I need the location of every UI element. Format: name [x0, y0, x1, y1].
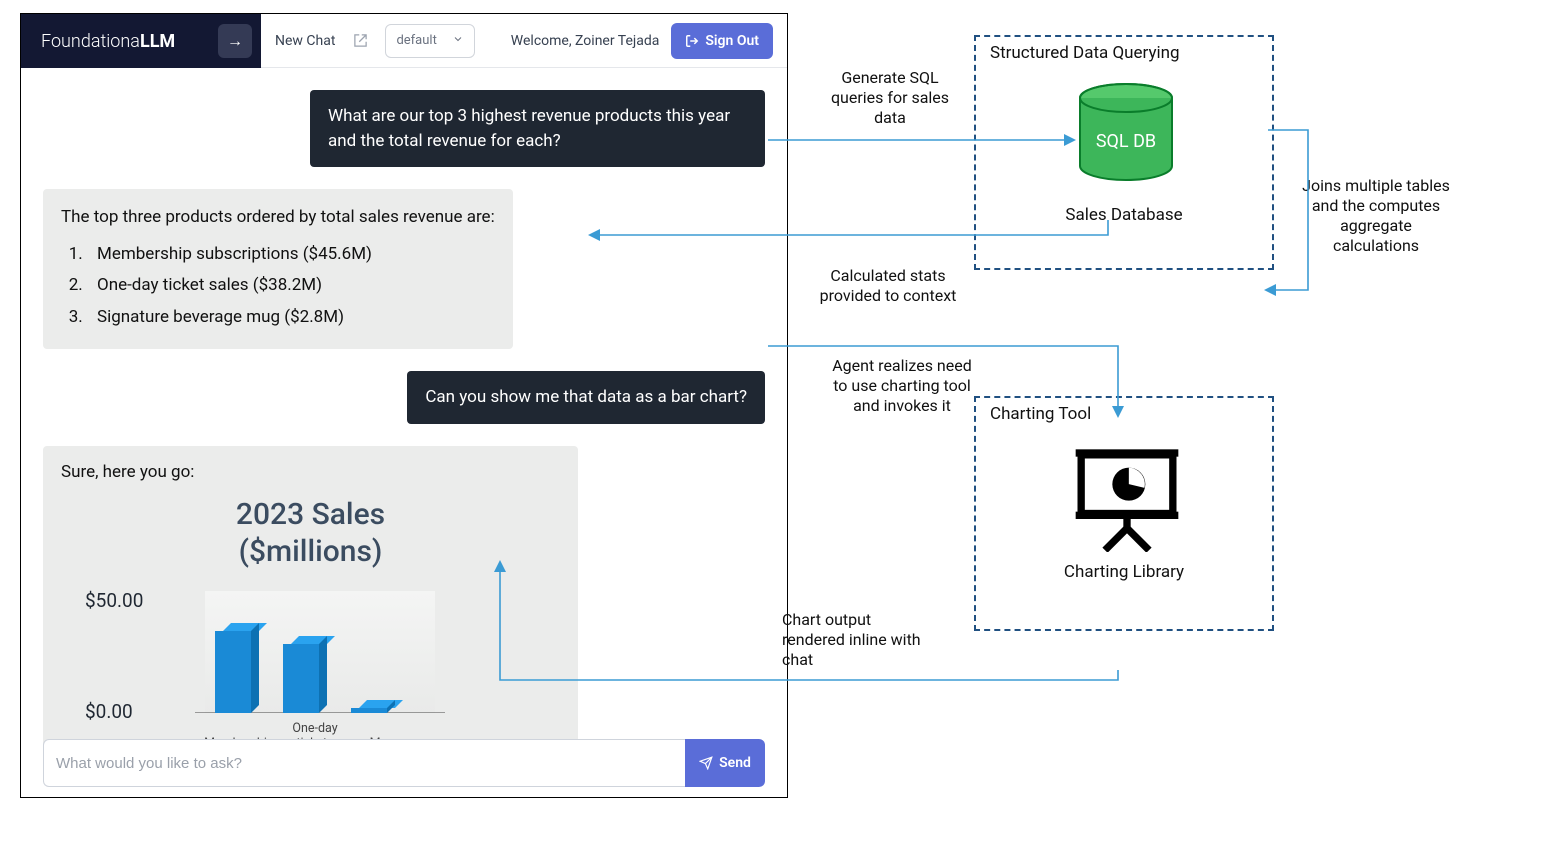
assistant-chart-message: Sure, here you go: 2023 Sales ($millions…	[43, 446, 578, 773]
list-item: Membership subscriptions ($45.6M)	[87, 239, 495, 271]
box-title: Charting Tool	[990, 404, 1091, 424]
database-icon: SQL DB	[1076, 83, 1176, 193]
chat-input[interactable]	[43, 739, 685, 787]
chevron-down-icon	[452, 33, 464, 49]
annotation-generate-sql: Generate SQL queries for sales data	[814, 68, 966, 128]
chart-bar	[215, 631, 251, 713]
architecture-diagram: Structured Data Querying SQL DB Sales Da…	[788, 0, 1542, 867]
user-message: What are our top 3 highest revenue produ…	[310, 90, 765, 167]
agent-select[interactable]: default	[385, 24, 475, 58]
arrow-right-icon: →	[227, 31, 243, 51]
chart-bars	[215, 631, 387, 713]
send-button[interactable]: Send	[685, 739, 765, 787]
chart-bar	[351, 708, 387, 713]
y-tick: $50.00	[85, 589, 143, 612]
send-icon	[699, 756, 713, 770]
annotation-joins: Joins multiple tables and the computes a…	[1300, 176, 1452, 256]
chart-bar	[283, 644, 319, 713]
assistant-text: The top three products ordered by total …	[61, 205, 495, 231]
chat-input-row: Send	[43, 739, 765, 787]
sign-out-icon	[685, 34, 699, 48]
app-sidebar: FoundationaLLM →	[21, 14, 261, 68]
top-products-list: Membership subscriptions ($45.6M) One-da…	[61, 239, 495, 334]
assistant-text: Sure, here you go:	[61, 462, 560, 482]
new-chat-label: New Chat	[275, 33, 335, 49]
box-title: Structured Data Querying	[990, 43, 1180, 63]
db-label: SQL DB	[1096, 131, 1156, 152]
y-tick: $0.00	[85, 700, 133, 723]
user-message: Can you show me that data as a bar chart…	[407, 371, 765, 424]
app-logo: FoundationaLLM	[41, 31, 175, 52]
sidebar-toggle-button[interactable]: →	[218, 24, 252, 58]
annotation-agent: Agent realizes need to use charting tool…	[828, 356, 976, 416]
db-caption: Sales Database	[976, 205, 1272, 226]
bar-chart: $50.00 $0.00 Membership One-day tickets …	[85, 581, 465, 751]
annotation-rendered: Chart output rendered inline with chat	[782, 610, 932, 670]
assistant-message: The top three products ordered by total …	[43, 189, 513, 349]
welcome-text: Welcome, Zoiner Tejada	[511, 33, 660, 49]
structured-data-box: Structured Data Querying SQL DB Sales Da…	[974, 35, 1274, 270]
list-item: One-day ticket sales ($38.2M)	[87, 270, 495, 302]
chat-app-frame: FoundationaLLM → New Chat default Welcom…	[20, 13, 788, 798]
charting-tool-box: Charting Tool Charting Library	[974, 396, 1274, 631]
chart-title: 2023 Sales ($millions)	[161, 496, 461, 571]
app-topbar: New Chat default Welcome, Zoiner Tejada …	[261, 14, 787, 68]
external-link-icon[interactable]	[347, 28, 373, 54]
list-item: Signature beverage mug ($2.8M)	[87, 302, 495, 334]
agent-select-value: default	[396, 33, 436, 48]
presentation-icon	[1072, 442, 1182, 552]
charting-caption: Charting Library	[976, 562, 1272, 583]
sign-out-button[interactable]: Sign Out	[671, 23, 773, 59]
chat-thread: What are our top 3 highest revenue produ…	[21, 68, 787, 797]
annotation-context: Calculated stats provided to context	[804, 266, 972, 306]
